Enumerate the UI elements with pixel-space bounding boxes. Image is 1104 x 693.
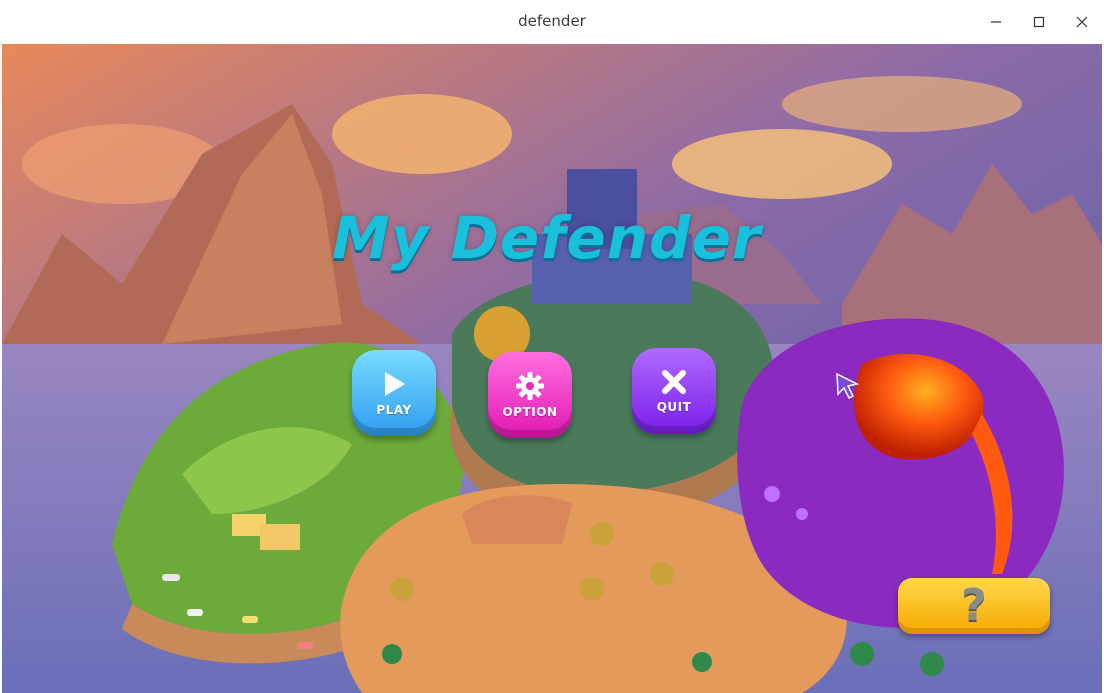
quit-button-label: QUIT xyxy=(656,400,692,414)
window-title: defender xyxy=(518,12,586,30)
option-button-label: OPTION xyxy=(502,405,558,419)
gear-icon xyxy=(516,372,544,400)
quit-button[interactable]: QUIT xyxy=(632,348,716,434)
minimize-button[interactable] xyxy=(981,8,1011,36)
play-icon xyxy=(385,372,405,396)
game-logo: My Defender xyxy=(332,204,762,272)
help-button[interactable]: ? xyxy=(898,578,1050,634)
close-button[interactable] xyxy=(1067,8,1097,36)
close-x-icon xyxy=(662,370,686,394)
title-bar[interactable]: defender xyxy=(0,0,1104,45)
question-icon: ? xyxy=(961,580,987,631)
play-button[interactable]: PLAY xyxy=(352,350,436,436)
close-icon xyxy=(1076,16,1088,28)
app-window: defender My Defender PLAY OPTION QUIT ? xyxy=(0,0,1104,693)
play-button-label: PLAY xyxy=(376,403,412,417)
option-button[interactable]: OPTION xyxy=(488,352,572,438)
cursor-arrow-icon xyxy=(836,372,860,400)
maximize-button[interactable] xyxy=(1024,8,1054,36)
minimize-icon xyxy=(991,21,1001,23)
game-canvas[interactable]: My Defender PLAY OPTION QUIT ? xyxy=(2,44,1102,693)
maximize-icon xyxy=(1033,16,1045,28)
